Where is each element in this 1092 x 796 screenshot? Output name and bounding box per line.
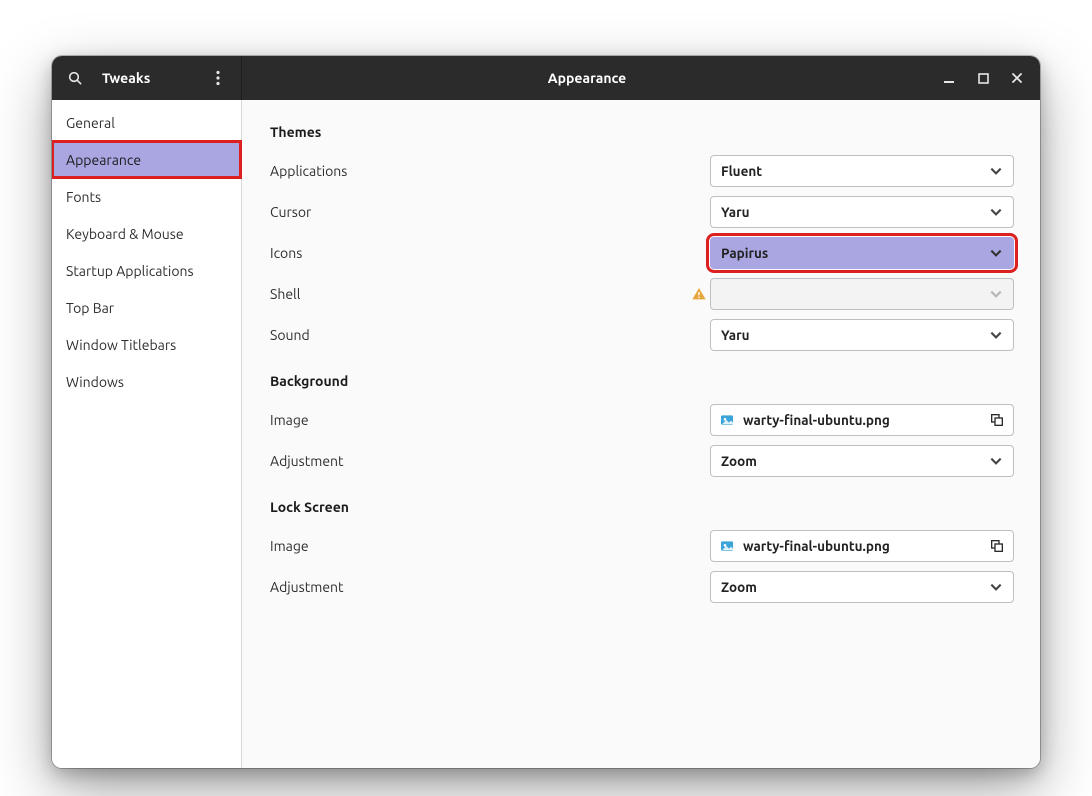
close-icon xyxy=(1011,72,1023,84)
open-file-icon xyxy=(989,538,1005,554)
row-label: Image xyxy=(270,412,688,428)
sidebar-item-appearance[interactable]: Appearance xyxy=(52,141,241,178)
row-ls-adjustment: Adjustment Zoom xyxy=(270,566,1014,607)
app-title: Tweaks xyxy=(94,70,199,86)
sidebar-item-label: Window Titlebars xyxy=(66,337,176,353)
row-label: Adjustment xyxy=(270,579,688,595)
chevron-down-icon xyxy=(989,246,1003,260)
dropdown-cursor[interactable]: Yaru xyxy=(710,196,1014,228)
shell-warning xyxy=(688,286,710,302)
dropdown-value: Fluent xyxy=(721,163,989,179)
dropdown-value: Papirus xyxy=(721,245,989,261)
window-controls xyxy=(932,56,1040,100)
tweaks-window: Tweaks Appearance xyxy=(52,56,1040,768)
row-label: Image xyxy=(270,538,688,554)
row-label: Shell xyxy=(270,286,688,302)
sidebar-item-window-titlebars[interactable]: Window Titlebars xyxy=(52,326,241,363)
row-applications: Applications Fluent xyxy=(270,150,1014,191)
row-label: Sound xyxy=(270,327,688,343)
chevron-down-icon xyxy=(989,580,1003,594)
minimize-icon xyxy=(943,72,955,84)
row-label: Applications xyxy=(270,163,688,179)
dropdown-value: Yaru xyxy=(721,327,989,343)
filechooser-bg-image[interactable]: warty-final-ubuntu.png xyxy=(710,404,1014,436)
row-label: Adjustment xyxy=(270,453,688,469)
filechooser-value: warty-final-ubuntu.png xyxy=(743,538,981,554)
maximize-icon xyxy=(978,73,989,84)
close-button[interactable] xyxy=(1000,56,1034,100)
sidebar-item-label: Appearance xyxy=(66,152,141,168)
sidebar-item-top-bar[interactable]: Top Bar xyxy=(52,289,241,326)
content-area: Themes Applications Fluent Cursor Yaru xyxy=(242,100,1040,768)
row-shell: Shell xyxy=(270,273,1014,314)
section-title-themes: Themes xyxy=(270,124,1014,140)
filechooser-ls-image[interactable]: warty-final-ubuntu.png xyxy=(710,530,1014,562)
sidebar-item-label: Windows xyxy=(66,374,124,390)
sidebar-item-windows[interactable]: Windows xyxy=(52,363,241,400)
row-label: Icons xyxy=(270,245,688,261)
dropdown-applications[interactable]: Fluent xyxy=(710,155,1014,187)
dropdown-icons[interactable]: Papirus xyxy=(710,237,1014,269)
dropdown-bg-adjustment[interactable]: Zoom xyxy=(710,445,1014,477)
sidebar-item-label: Keyboard & Mouse xyxy=(66,226,184,242)
page-title: Appearance xyxy=(242,56,932,100)
kebab-icon xyxy=(211,70,225,86)
chevron-down-icon xyxy=(989,454,1003,468)
sidebar-item-label: Fonts xyxy=(66,189,101,205)
row-cursor: Cursor Yaru xyxy=(270,191,1014,232)
row-icons: Icons Papirus xyxy=(270,232,1014,273)
chevron-down-icon xyxy=(989,287,1003,301)
dropdown-value: Zoom xyxy=(721,579,989,595)
window-body: General Appearance Fonts Keyboard & Mous… xyxy=(52,100,1040,768)
dropdown-value: Zoom xyxy=(721,453,989,469)
chevron-down-icon xyxy=(989,205,1003,219)
sidebar-item-keyboard-mouse[interactable]: Keyboard & Mouse xyxy=(52,215,241,252)
sidebar: General Appearance Fonts Keyboard & Mous… xyxy=(52,100,242,768)
chevron-down-icon xyxy=(989,164,1003,178)
search-icon xyxy=(67,70,83,86)
row-bg-adjustment: Adjustment Zoom xyxy=(270,440,1014,481)
sidebar-item-fonts[interactable]: Fonts xyxy=(52,178,241,215)
row-bg-image: Image warty-final-ubuntu.png xyxy=(270,399,1014,440)
titlebar-left: Tweaks xyxy=(52,56,242,100)
menu-button[interactable] xyxy=(199,56,237,100)
minimize-button[interactable] xyxy=(932,56,966,100)
section-title-lockscreen: Lock Screen xyxy=(270,499,1014,515)
open-file-icon xyxy=(989,412,1005,428)
filechooser-value: warty-final-ubuntu.png xyxy=(743,412,981,428)
titlebar: Tweaks Appearance xyxy=(52,56,1040,100)
row-sound: Sound Yaru xyxy=(270,314,1014,355)
image-icon xyxy=(719,538,735,554)
sidebar-item-general[interactable]: General xyxy=(52,104,241,141)
dropdown-sound[interactable]: Yaru xyxy=(710,319,1014,351)
sidebar-item-label: Top Bar xyxy=(66,300,114,316)
row-label: Cursor xyxy=(270,204,688,220)
search-button[interactable] xyxy=(56,56,94,100)
chevron-down-icon xyxy=(989,328,1003,342)
dropdown-ls-adjustment[interactable]: Zoom xyxy=(710,571,1014,603)
dropdown-shell xyxy=(710,278,1014,310)
dropdown-value: Yaru xyxy=(721,204,989,220)
row-ls-image: Image warty-final-ubuntu.png xyxy=(270,525,1014,566)
warning-icon xyxy=(691,286,707,302)
sidebar-item-label: Startup Applications xyxy=(66,263,194,279)
sidebar-item-startup-applications[interactable]: Startup Applications xyxy=(52,252,241,289)
section-title-background: Background xyxy=(270,373,1014,389)
maximize-button[interactable] xyxy=(966,56,1000,100)
sidebar-item-label: General xyxy=(66,115,115,131)
image-icon xyxy=(719,412,735,428)
